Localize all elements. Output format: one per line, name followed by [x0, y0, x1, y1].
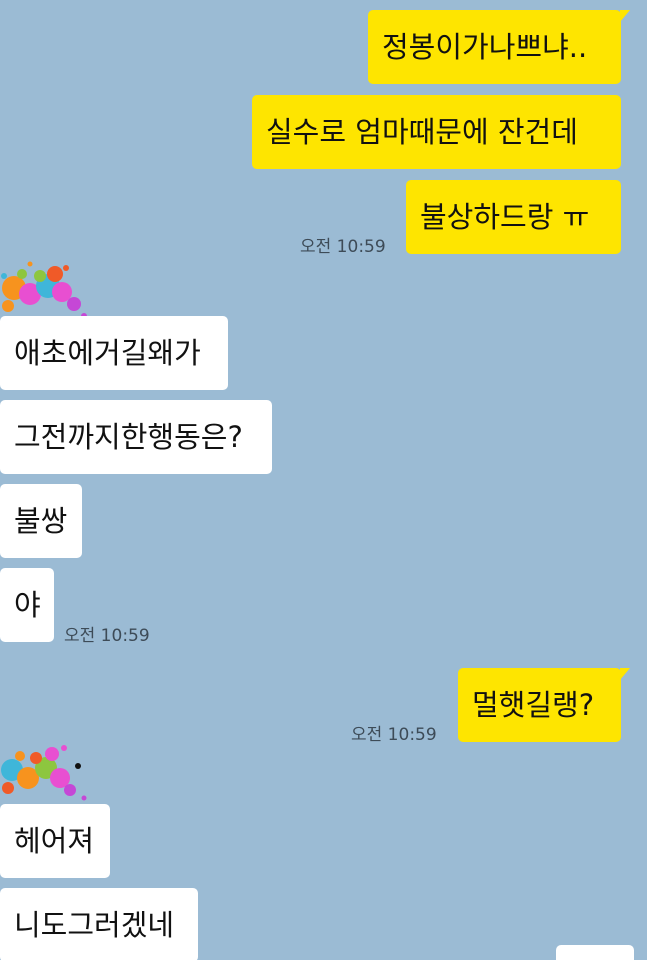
message-timestamp: 오전 10:59 — [300, 237, 386, 257]
partial-message[interactable] — [556, 945, 634, 960]
message-timestamp: 오전 10:59 — [351, 725, 437, 745]
sent-message[interactable]: 실수로 엄마때문에 잔건데 — [252, 95, 621, 169]
message-timestamp: 오전 10:59 — [64, 626, 150, 646]
message-text: 헤어져 — [14, 823, 95, 858]
message-text: 야 — [14, 587, 41, 622]
received-message[interactable]: 니도그러겠네 — [0, 888, 198, 960]
received-message[interactable]: 그전까지한행동은? — [0, 400, 272, 474]
paint-splatter-avatar-icon[interactable] — [0, 740, 96, 810]
bubble-tail — [620, 10, 630, 22]
message-text: 그전까지한행동은? — [14, 419, 243, 454]
message-text: 불상하드랑 ㅠ — [420, 199, 590, 234]
bubble-tail — [620, 668, 630, 680]
message-text: 정봉이가나쁘냐.. — [382, 29, 588, 64]
received-message[interactable]: 야 — [0, 568, 54, 642]
message-text: 실수로 엄마때문에 잔건데 — [266, 114, 578, 149]
received-message[interactable]: 애초에거길왜가 — [0, 316, 228, 390]
received-message[interactable]: 불쌍 — [0, 484, 82, 558]
received-message[interactable]: 헤어져 — [0, 804, 110, 878]
message-text: 니도그러겠네 — [14, 907, 175, 942]
message-text: 애초에거길왜가 — [14, 335, 201, 370]
message-text: 멀햇길랭? — [472, 687, 595, 722]
sent-message[interactable]: 불상하드랑 ㅠ — [406, 180, 621, 254]
sent-message[interactable]: 정봉이가나쁘냐.. — [368, 10, 630, 84]
sent-message[interactable]: 멀햇길랭? — [458, 668, 630, 742]
message-text: 불쌍 — [14, 503, 68, 538]
